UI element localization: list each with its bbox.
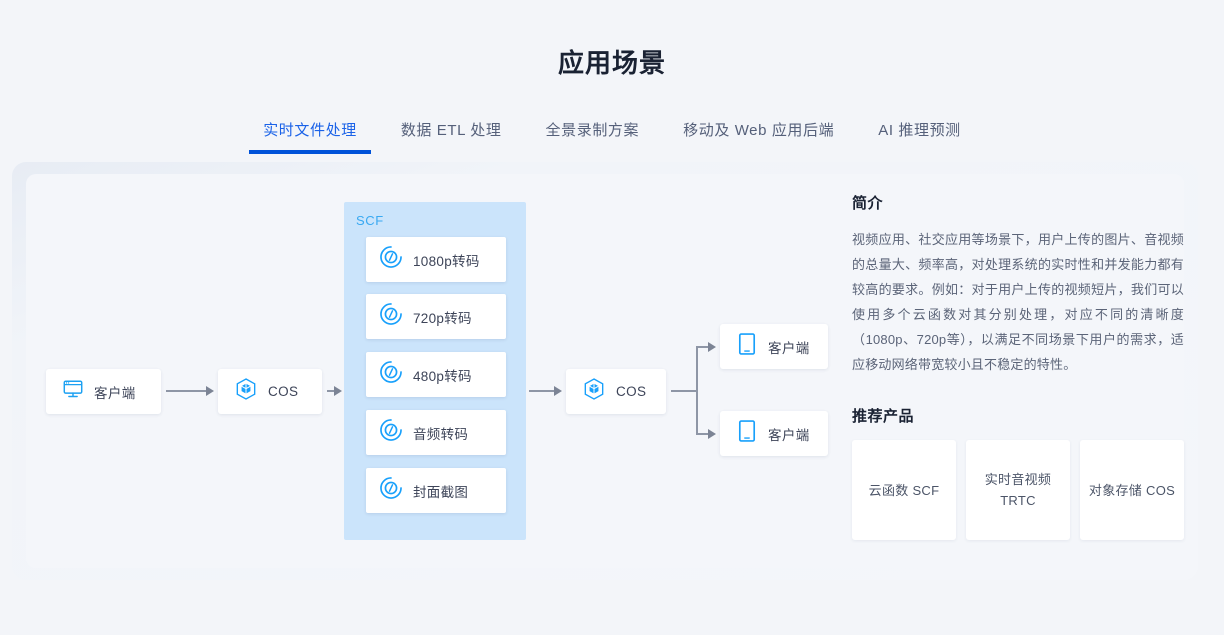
arrowhead-icon (554, 386, 562, 396)
product-card-list: 云函数 SCF 实时音视频 TRTC 对象存储 COS (852, 440, 1184, 540)
connector-line (529, 390, 557, 392)
scenario-panel-inner: 客户端 COS SCF 1080p转码 720p转码 480p转码 音频转码 封… (26, 174, 1184, 568)
tab-data-etl[interactable]: 数据 ETL 处理 (379, 119, 524, 154)
product-card-label: 对象存储 COS (1088, 482, 1176, 498)
monitor-icon (62, 378, 84, 405)
scf-function-label: 1080p转码 (413, 253, 480, 269)
product-card-trtc[interactable]: 实时音视频 TRTC (966, 440, 1070, 540)
scf-function-audio[interactable]: 音频转码 (366, 410, 506, 455)
scenario-tabs: 实时文件处理 数据 ETL 处理 全景录制方案 移动及 Web 应用后端 AI … (0, 110, 1224, 154)
connector-line (671, 390, 697, 392)
tab-label: 移动及 Web 应用后端 (683, 122, 835, 139)
scf-function-label: 封面截图 (413, 484, 469, 500)
tab-label: 实时文件处理 (263, 122, 357, 139)
products-heading: 推荐产品 (852, 408, 915, 425)
product-card-scf[interactable]: 云函数 SCF (852, 440, 956, 540)
tab-label: 数据 ETL 处理 (400, 122, 502, 139)
scf-function-1080p[interactable]: 1080p转码 (366, 237, 506, 282)
scf-function-720p[interactable]: 720p转码 (366, 294, 506, 339)
mobile-icon (736, 419, 758, 448)
node-label: COS (268, 384, 299, 399)
tab-panorama-recording[interactable]: 全景录制方案 (524, 119, 662, 154)
scf-function-label: 音频转码 (413, 426, 469, 442)
intro-heading: 简介 (852, 195, 884, 212)
connector-line (696, 346, 698, 435)
scf-function-480p[interactable]: 480p转码 (366, 352, 506, 397)
arrowhead-icon (708, 342, 716, 352)
node-client-right-1[interactable]: 客户端 (720, 324, 828, 369)
tab-realtime-file-processing[interactable]: 实时文件处理 (241, 119, 379, 154)
scf-icon (378, 359, 404, 390)
arrowhead-icon (708, 429, 716, 439)
node-label: 客户端 (768, 340, 810, 356)
node-label: 客户端 (94, 385, 136, 401)
scf-function-label: 480p转码 (413, 368, 472, 384)
arrowhead-icon (334, 386, 342, 396)
scf-function-label: 720p转码 (413, 310, 472, 326)
info-column: 简介 视频应用、社交应用等场景下，用户上传的图片、音视频的总量大、频率高，对处理… (852, 192, 1184, 540)
connector-line (166, 390, 208, 392)
scenario-panel: 客户端 COS SCF 1080p转码 720p转码 480p转码 音频转码 封… (12, 162, 1198, 580)
tab-label: 全景录制方案 (545, 122, 640, 139)
node-cos-source[interactable]: COS (218, 369, 322, 414)
cos-hexagon-icon (234, 377, 258, 406)
tab-label: AI 推理预测 (878, 122, 961, 139)
product-card-label: 云函数 SCF (868, 482, 940, 498)
architecture-diagram: 客户端 COS SCF 1080p转码 720p转码 480p转码 音频转码 封… (26, 174, 846, 568)
scf-icon (378, 475, 404, 506)
arrowhead-icon (206, 386, 214, 396)
node-label: COS (616, 384, 647, 399)
node-label: 客户端 (768, 427, 810, 443)
mobile-icon (736, 332, 758, 361)
scf-group: SCF 1080p转码 720p转码 480p转码 音频转码 封面截图 (344, 202, 526, 540)
scf-group-label: SCF (356, 213, 384, 228)
tab-mobile-web-backend[interactable]: 移动及 Web 应用后端 (661, 119, 856, 154)
tab-ai-inference[interactable]: AI 推理预测 (856, 119, 983, 154)
product-card-label: 实时音视频 TRTC (984, 472, 1052, 508)
node-client-left[interactable]: 客户端 (46, 369, 161, 414)
scf-function-cover[interactable]: 封面截图 (366, 468, 506, 513)
scf-icon (378, 244, 404, 275)
scf-icon (378, 417, 404, 448)
page-title: 应用场景 (557, 48, 666, 78)
node-client-right-2[interactable]: 客户端 (720, 411, 828, 456)
intro-text: 视频应用、社交应用等场景下，用户上传的图片、音视频的总量大、频率高，对处理系统的… (852, 232, 1184, 372)
scf-icon (378, 301, 404, 332)
product-card-cos[interactable]: 对象存储 COS (1080, 440, 1184, 540)
node-cos-output[interactable]: COS (566, 369, 666, 414)
cos-hexagon-icon (582, 377, 606, 406)
